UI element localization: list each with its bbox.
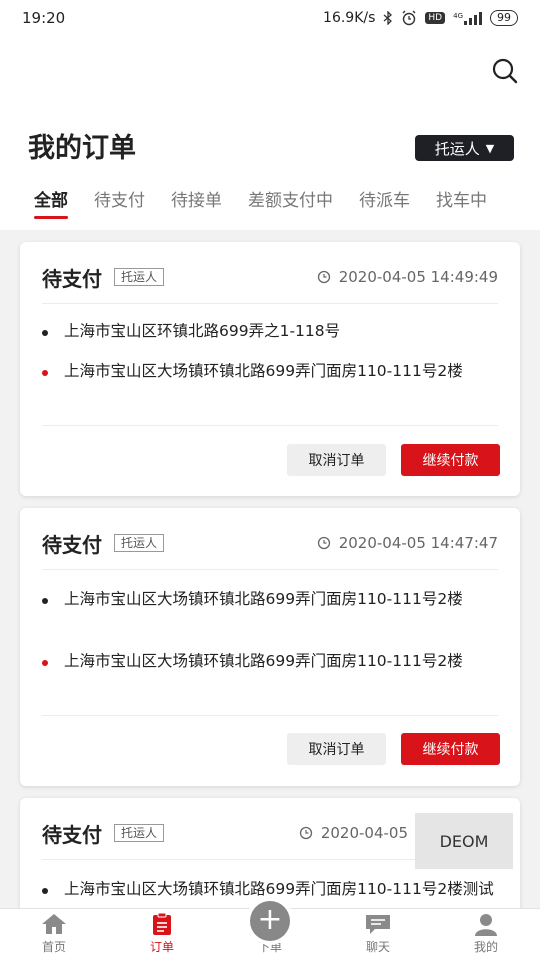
continue-payment-button[interactable]: 继续付款 xyxy=(401,444,500,476)
end-address-text: 上海市宝山区大场镇环镇北路699弄门面房110-111号2楼 xyxy=(64,652,463,670)
order-status: 待支付 xyxy=(42,822,102,847)
home-icon xyxy=(41,912,67,936)
hd-badge: HD xyxy=(425,12,446,24)
continue-payment-button[interactable]: 继续付款 xyxy=(401,733,500,765)
nav-home[interactable]: 首页 xyxy=(0,909,108,960)
role-selector-button[interactable]: 托运人 ▼ xyxy=(415,135,514,161)
demo-floating-button[interactable]: DEOM xyxy=(415,813,513,869)
plus-button-wrap: + xyxy=(246,897,294,945)
status-time: 19:20 xyxy=(22,9,66,27)
network-speed: 16.9K/s xyxy=(323,10,376,26)
order-card-header: 待支付 托运人 2020-04-05 14:49:49 xyxy=(42,262,498,292)
status-bar: 19:20 16.9K/s HD 4G 99 xyxy=(0,0,540,36)
order-time-text: 2020-04-05 14:47:47 xyxy=(338,534,498,552)
nav-chat-label: 聊天 xyxy=(365,940,390,954)
tab-balance-payment[interactable]: 差额支付中 xyxy=(248,184,333,224)
end-address: 上海市宝山区大场镇环镇北路699弄门面房110-111号2楼 xyxy=(42,650,500,672)
end-dot-icon xyxy=(42,370,48,376)
order-status-tabs: 全部 待支付 待接单 差额支付中 待派车 找车中 xyxy=(0,184,540,230)
order-time: 2020-04-05 xyxy=(299,824,408,842)
order-list: 待支付 托运人 2020-04-05 14:49:49 上海市宝山区环镇北路69… xyxy=(0,230,540,908)
order-time: 2020-04-05 14:49:49 xyxy=(317,268,498,286)
tab-pending-dispatch[interactable]: 待派车 xyxy=(359,184,410,224)
profile-icon xyxy=(473,912,499,936)
order-card[interactable]: 待支付 托运人 2020-04-05 14:47:47 上海市宝山区大场镇环镇北… xyxy=(20,508,520,786)
page-header: 我的订单 托运人 ▼ 全部 待支付 待接单 差额支付中 待派车 找车中 xyxy=(0,36,540,230)
start-dot-icon xyxy=(42,888,48,894)
tab-finding-vehicle[interactable]: 找车中 xyxy=(436,184,487,224)
start-dot-icon xyxy=(42,598,48,604)
divider xyxy=(42,425,498,426)
role-tag: 托运人 xyxy=(114,824,165,842)
nav-profile[interactable]: 我的 xyxy=(432,909,540,960)
order-time-text: 2020-04-05 xyxy=(320,824,408,842)
bottom-navigation: 首页 订单 + 下单 聊天 我的 xyxy=(0,897,540,960)
bluetooth-icon xyxy=(383,11,393,25)
order-time: 2020-04-05 14:47:47 xyxy=(317,534,498,552)
battery-indicator: 99 xyxy=(490,10,518,26)
nav-place-order[interactable]: + 下单 xyxy=(216,897,324,960)
order-card-header: 待支付 托运人 2020-04-05 14:47:47 xyxy=(42,528,498,558)
tab-pending-acceptance[interactable]: 待接单 xyxy=(171,184,222,224)
clock-icon xyxy=(299,826,312,840)
tab-all[interactable]: 全部 xyxy=(34,184,68,224)
start-address: 上海市宝山区环镇北路699弄之1-118号 xyxy=(42,320,500,342)
tab-pending-payment[interactable]: 待支付 xyxy=(94,184,145,224)
nav-chat[interactable]: 聊天 xyxy=(324,909,432,960)
start-address-text: 上海市宝山区大场镇环镇北路699弄门面房110-111号2楼 xyxy=(64,590,463,608)
status-icons: 16.9K/s HD 4G 99 xyxy=(323,10,518,26)
search-icon[interactable] xyxy=(490,56,520,86)
role-tag: 托运人 xyxy=(114,534,165,552)
alarm-icon xyxy=(401,10,417,26)
end-dot-icon xyxy=(42,660,48,666)
signal-icon: 4G xyxy=(453,11,482,25)
divider xyxy=(42,715,498,716)
start-address-text: 上海市宝山区大场镇环镇北路699弄门面房110-111号2楼测试 xyxy=(64,880,494,898)
order-time-text: 2020-04-05 14:49:49 xyxy=(338,268,498,286)
order-status: 待支付 xyxy=(42,532,102,557)
end-address-text: 上海市宝山区大场镇环镇北路699弄门面房110-111号2楼 xyxy=(64,362,463,380)
signal-label: 4G xyxy=(453,11,463,20)
role-tag: 托运人 xyxy=(114,268,165,286)
nav-orders-label: 订单 xyxy=(149,940,174,954)
caret-down-icon: ▼ xyxy=(485,141,495,155)
divider xyxy=(42,569,498,570)
divider xyxy=(42,303,498,304)
role-selector-label: 托运人 xyxy=(434,139,480,158)
start-address-text: 上海市宝山区环镇北路699弄之1-118号 xyxy=(64,322,341,340)
clock-icon xyxy=(317,536,330,550)
nav-orders[interactable]: 订单 xyxy=(108,909,216,960)
order-icon xyxy=(149,912,175,936)
cancel-order-button[interactable]: 取消订单 xyxy=(287,444,386,476)
start-dot-icon xyxy=(42,330,48,336)
cancel-order-button[interactable]: 取消订单 xyxy=(287,733,386,765)
start-address: 上海市宝山区大场镇环镇北路699弄门面房110-111号2楼 xyxy=(42,588,500,610)
chat-icon xyxy=(365,912,391,936)
order-status: 待支付 xyxy=(42,266,102,291)
page-title: 我的订单 xyxy=(28,133,136,164)
nav-profile-label: 我的 xyxy=(473,940,498,954)
clock-icon xyxy=(317,270,330,284)
nav-home-label: 首页 xyxy=(41,940,66,954)
plus-icon: + xyxy=(250,901,290,941)
order-card[interactable]: 待支付 托运人 2020-04-05 14:49:49 上海市宝山区环镇北路69… xyxy=(20,242,520,496)
end-address: 上海市宝山区大场镇环镇北路699弄门面房110-111号2楼 xyxy=(42,360,500,382)
